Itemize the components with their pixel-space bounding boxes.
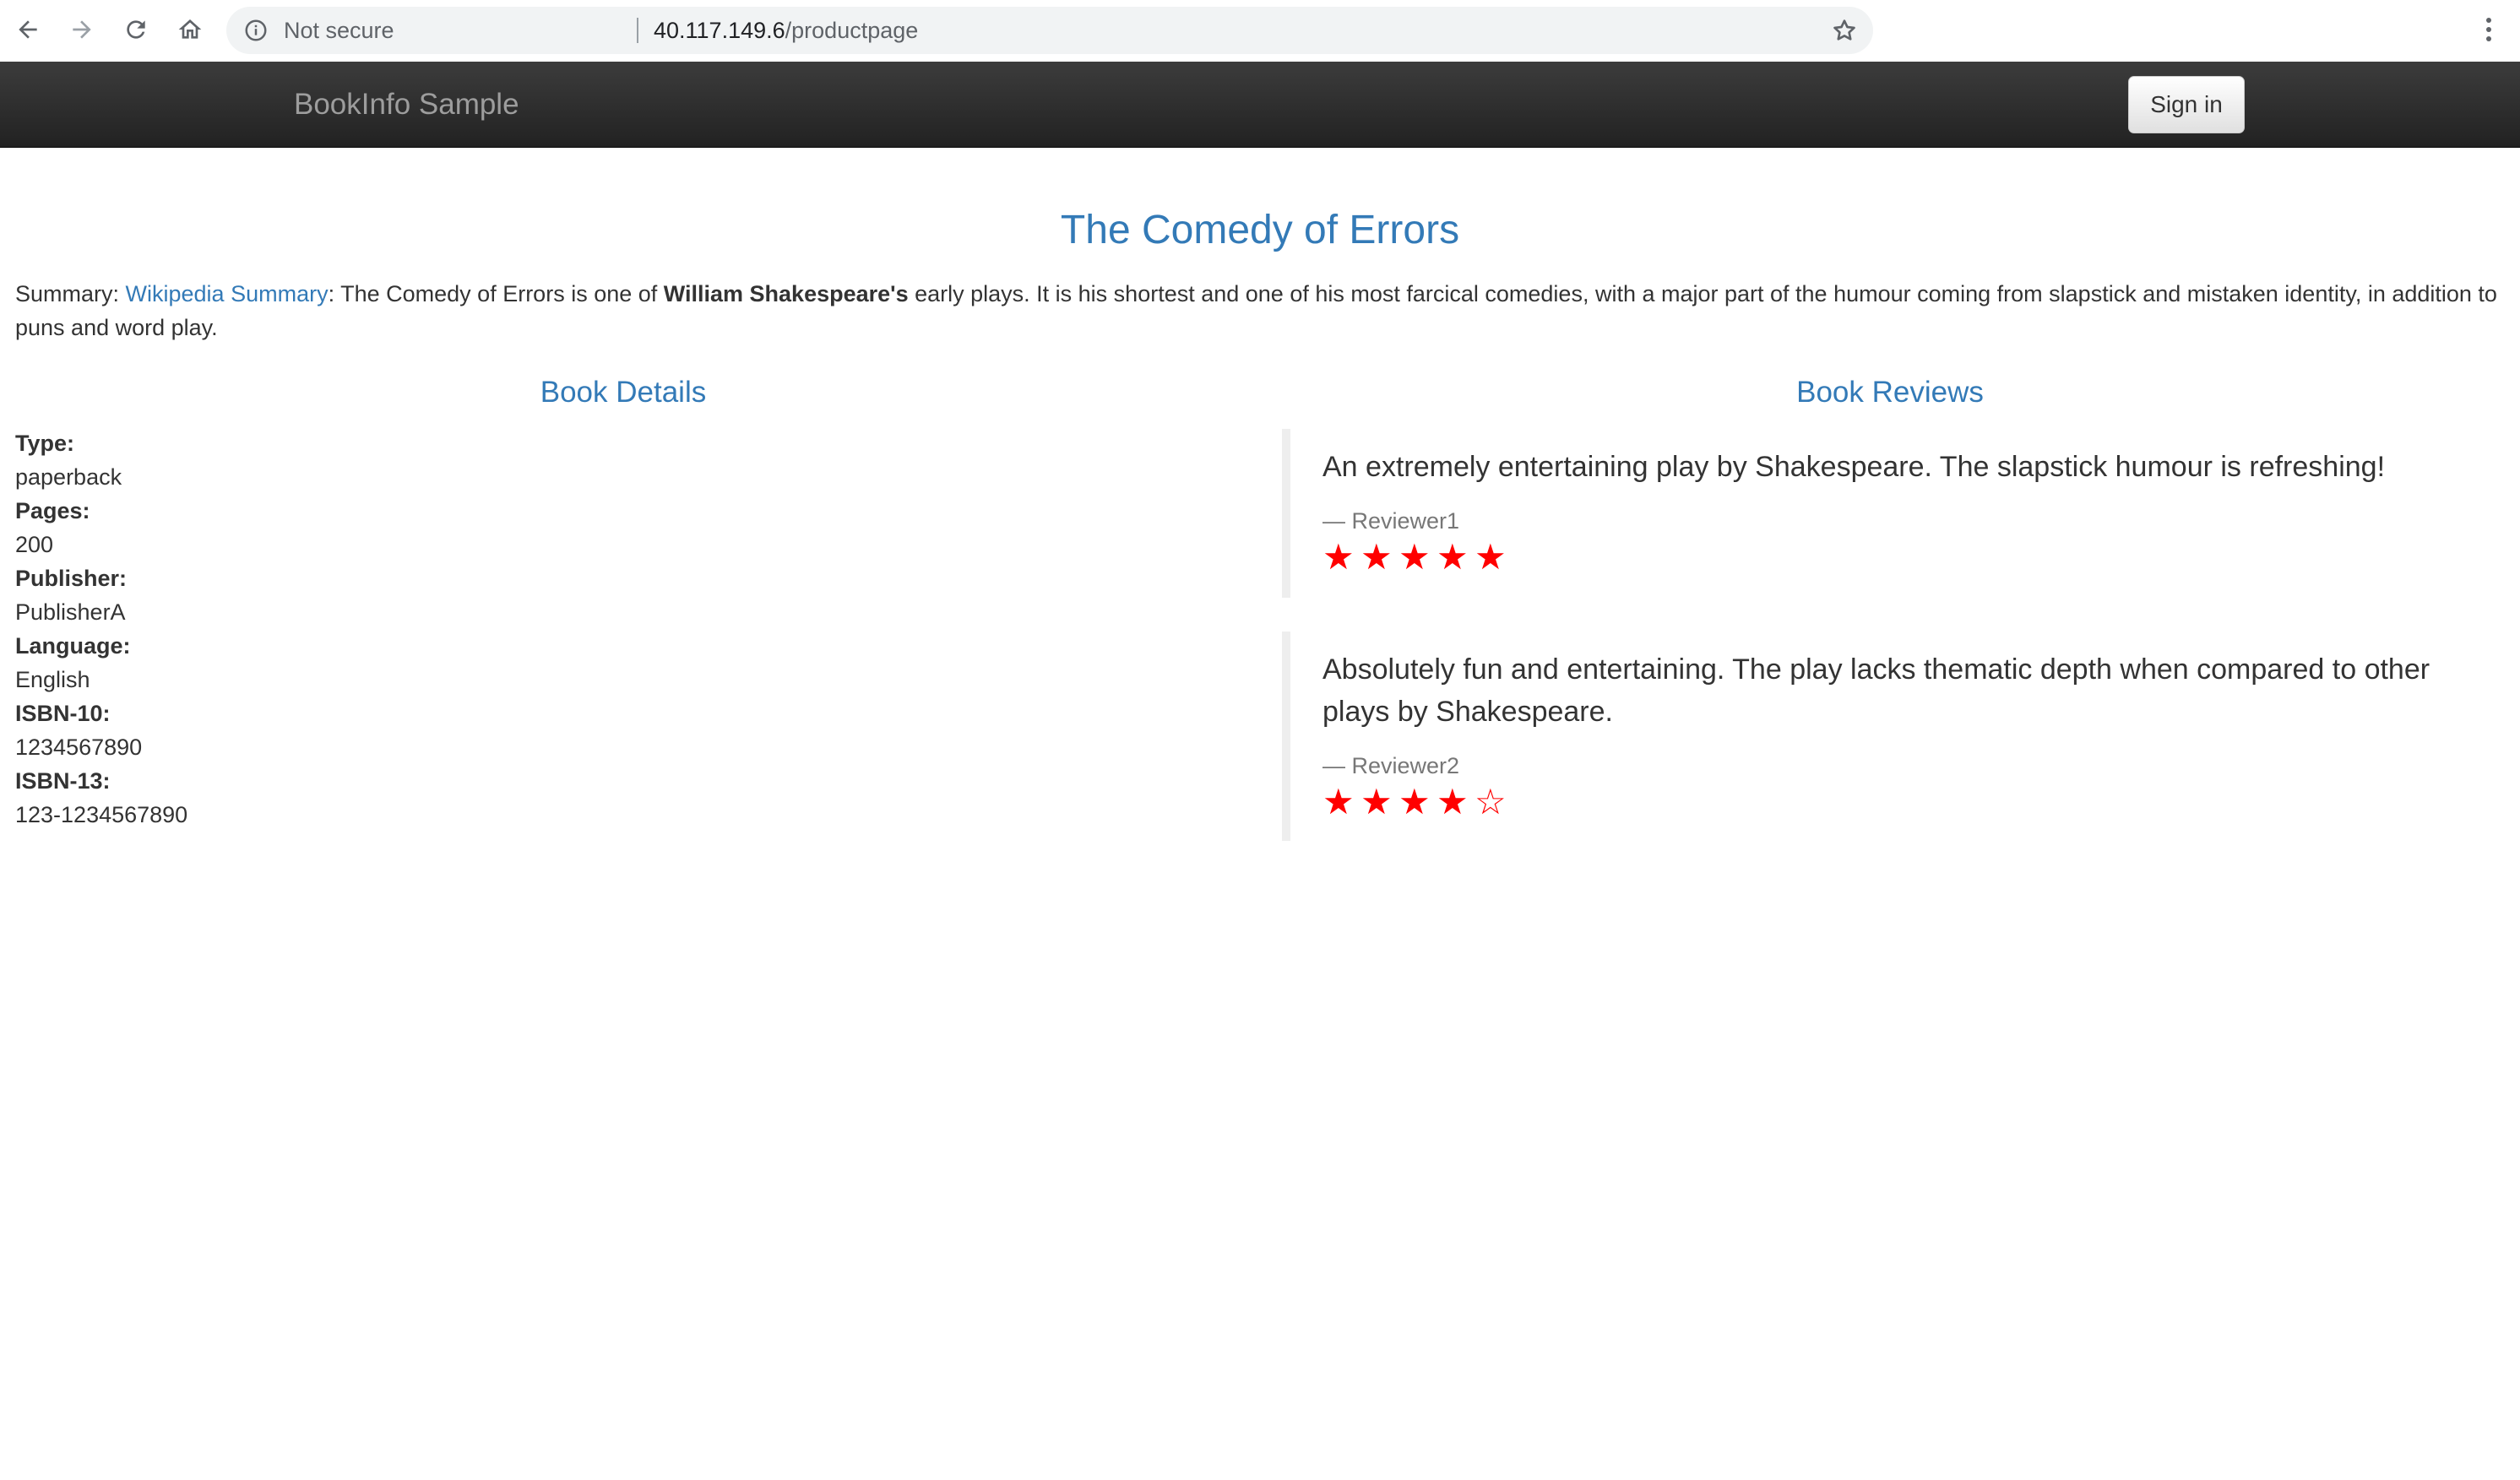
security-label[interactable]: Not secure [284,7,394,54]
summary-text-1: : The Comedy of Errors is one of [328,281,664,306]
star-filled-icon: ★ [1398,536,1431,577]
detail-label-pages: Pages: [15,498,90,523]
address-bar[interactable]: Not secure 40.117.149.6/productpage [226,7,1873,54]
arrow-right-icon [73,20,91,39]
detail-label-isbn13: ISBN-13: [15,768,111,794]
url-host: 40.117.149.6 [654,18,785,43]
detail-value-isbn13: 123-1234567890 [15,802,188,827]
reload-icon [127,20,145,39]
reload-button[interactable] [117,10,155,49]
star-empty-icon: ☆ [1475,781,1507,822]
home-icon [178,19,202,39]
review-card: Absolutely fun and entertaining. The pla… [1282,632,2498,841]
app-navbar: BookInfo Sample Sign in [0,62,2520,148]
url-divider [637,18,638,43]
book-summary: Summary: Wikipedia Summary: The Comedy o… [15,277,2505,344]
info-icon[interactable] [243,18,269,43]
summary-prefix: Summary: [15,281,126,306]
star-outline-icon[interactable] [1831,17,1858,44]
star-filled-icon: ★ [1475,536,1507,577]
detail-label-language: Language: [15,633,131,659]
star-filled-icon: ★ [1360,536,1393,577]
star-filled-icon: ★ [1398,781,1431,822]
browser-toolbar: Not secure 40.117.149.6/productpage [0,0,2520,62]
summary-author: William Shakespeare's [663,281,909,306]
star-filled-icon: ★ [1322,536,1355,577]
wikipedia-summary-link[interactable]: Wikipedia Summary [126,281,329,306]
star-rating: ★ ★ ★ ★ ★ [1322,539,2498,576]
star-filled-icon: ★ [1437,536,1469,577]
detail-label-isbn10: ISBN-10: [15,701,111,726]
detail-value-isbn10: 1234567890 [15,735,143,760]
detail-value-pages: 200 [15,532,54,557]
book-details-list: Type: paperback Pages: 200 Publisher: Pu… [15,426,1198,832]
navbar-brand[interactable]: BookInfo Sample [294,62,519,148]
review-text: An extremely entertaining play by Shakes… [1322,451,2386,483]
detail-value-language: English [15,667,90,692]
book-reviews-heading: Book Reviews [1796,376,1984,409]
review-card: An extremely entertaining play by Shakes… [1282,429,2498,598]
detail-label-publisher: Publisher: [15,566,128,591]
review-text: Absolutely fun and entertaining. The pla… [1322,653,2430,728]
star-filled-icon: ★ [1360,781,1393,822]
detail-value-publisher: PublisherA [15,599,126,625]
book-details-heading: Book Details [540,376,707,409]
star-filled-icon: ★ [1437,781,1469,822]
detail-label-type: Type: [15,431,75,456]
url-text[interactable]: 40.117.149.6/productpage [654,7,918,54]
kebab-menu-icon [2486,18,2491,41]
star-rating: ★ ★ ★ ★ ☆ [1322,783,2498,821]
detail-value-type: paperback [15,464,122,490]
star-filled-icon: ★ [1322,781,1355,822]
book-title: The Comedy of Errors [1060,208,1460,252]
forward-button[interactable] [62,10,101,49]
browser-menu-button[interactable] [2469,10,2508,49]
review-author: — Reviewer2 [1322,753,1460,778]
url-path: /productpage [785,18,919,43]
sign-in-button[interactable]: Sign in [2128,76,2245,133]
home-button[interactable] [171,10,209,49]
back-button[interactable] [8,10,47,49]
review-author: — Reviewer1 [1322,508,1460,534]
arrow-left-icon [19,20,37,39]
